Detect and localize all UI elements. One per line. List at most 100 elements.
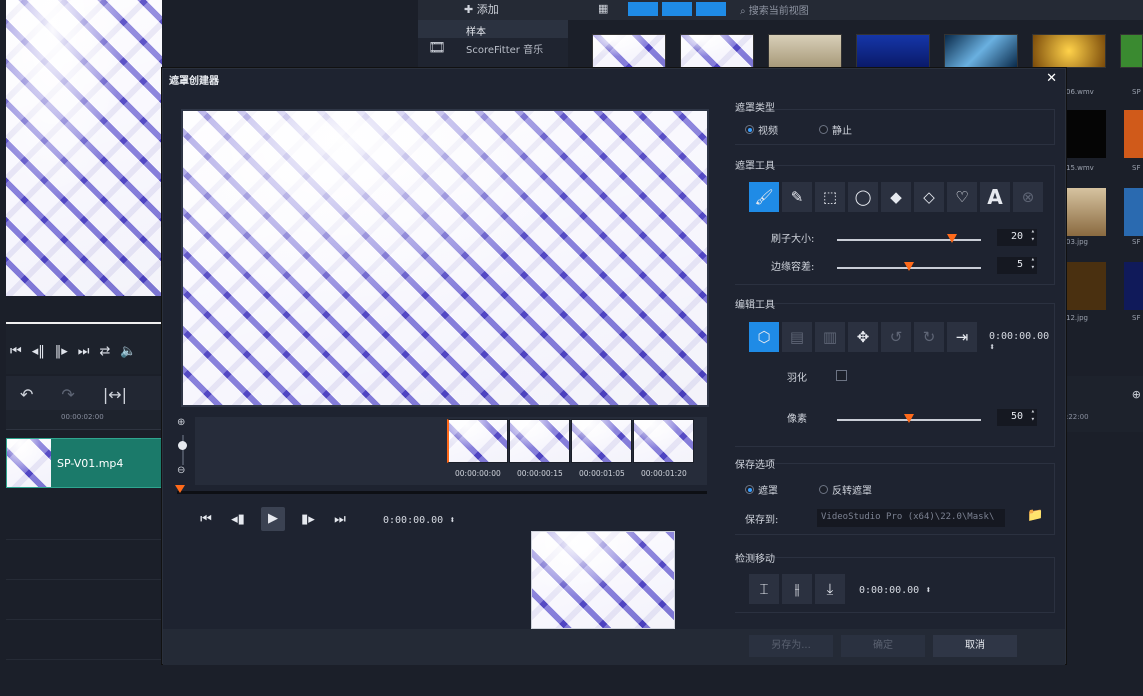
eraser-icon[interactable]: ◆ (881, 182, 911, 212)
redo-icon[interactable]: ↷ (61, 385, 74, 404)
edit-timecode[interactable]: 0:00:00.00 ⬍ (989, 331, 1054, 353)
library-thumbnail[interactable] (1120, 34, 1143, 68)
filter-audio-icon[interactable] (696, 2, 726, 16)
rotate-left-icon[interactable]: ↺ (881, 322, 911, 352)
add-button[interactable]: ✚ 添加 (464, 1, 499, 17)
move-icon[interactable]: ✥ (848, 322, 878, 352)
apply-to-frames-icon[interactable]: ⇥ (947, 322, 977, 352)
skip-start-icon[interactable]: ⏮ (197, 512, 215, 527)
media-icon[interactable]: 🎞 (428, 40, 446, 56)
library-search[interactable]: ⌕ 搜索当前视图 (730, 0, 1030, 18)
folder-icon[interactable]: 📁 (1027, 508, 1043, 523)
filter-photo-icon[interactable] (662, 2, 692, 16)
play-icon[interactable]: ▶ (261, 507, 285, 531)
frame-strip[interactable]: 00:00:00:00 00:00:00:15 00:00:01:05 00:0… (195, 417, 707, 485)
skip-end-icon[interactable]: ⏭ (331, 512, 349, 527)
cancel-button[interactable]: 取消 (933, 635, 1017, 657)
zoom-slider[interactable] (182, 435, 184, 465)
library-thumbnail[interactable] (592, 34, 666, 68)
library-thumbnail[interactable] (1032, 34, 1106, 68)
ellipse-select-icon[interactable]: ◯ (848, 182, 878, 212)
smart-eraser-icon[interactable]: ◇ (914, 182, 944, 212)
zoom-in-icon[interactable]: ⊕ (177, 417, 185, 428)
copy-mask-icon[interactable]: ▤ (782, 322, 812, 352)
edit-timecode-value: 0:00:00.00 (989, 331, 1050, 342)
pixel-stepper[interactable]: 50 (997, 407, 1037, 426)
library-thumbnail[interactable] (1124, 110, 1143, 158)
ruler-timecode: 00:00:02:00 (61, 413, 104, 421)
text-tool-icon[interactable]: A (980, 182, 1010, 212)
source-preview-image (532, 532, 674, 628)
library-item-samples[interactable]: 样本 (418, 20, 568, 38)
radio-label: 反转遮罩 (832, 486, 872, 497)
track-lane (6, 540, 162, 580)
save-inverted-mask-radio[interactable]: 反转遮罩 (819, 482, 872, 497)
brush-size-value: 20 (1010, 231, 1023, 242)
frame-thumbnail[interactable] (447, 419, 508, 463)
ok-button[interactable]: 确定 (841, 635, 925, 657)
mask-preview[interactable] (181, 109, 709, 407)
library-thumbnail[interactable] (768, 34, 842, 68)
repeat-icon[interactable]: ⇄ (99, 344, 110, 359)
playback-timecode[interactable]: 0:00:00.00 ⬍ (383, 515, 455, 526)
clear-icon[interactable]: ⊗ (1013, 182, 1043, 212)
detect-frame-icon[interactable]: ⫲ (782, 574, 812, 604)
library-thumbnail[interactable] (1066, 188, 1106, 236)
undo-icon[interactable]: ↶ (20, 385, 33, 404)
library-thumbnail[interactable] (944, 34, 1018, 68)
fit-timeline-icon[interactable]: |↔| (103, 385, 127, 404)
library-thumbnail[interactable] (680, 34, 754, 68)
frame-thumbnail[interactable] (633, 419, 694, 463)
save-mask-radio[interactable]: 遮罩 (745, 482, 778, 497)
volume-icon[interactable]: 🔈 (120, 344, 136, 359)
library-thumbnail[interactable] (1124, 262, 1143, 310)
library-thumbnail[interactable] (1066, 262, 1106, 310)
mask-type-video-radio[interactable]: 视频 (745, 122, 778, 137)
mask-type-still-radio[interactable]: 静止 (819, 122, 852, 137)
thumb-caption: SF (1132, 238, 1141, 246)
save-as-button[interactable]: 另存为... (749, 635, 833, 657)
motion-toolbox: ⌶ ⫲ ⤓ (749, 574, 845, 604)
library-thumbnail[interactable] (1124, 188, 1143, 236)
step-forward-icon[interactable]: ‖▸ (55, 344, 68, 359)
step-back-icon[interactable]: ◂▮ (229, 512, 247, 527)
video-track-clip[interactable]: SP-V01.mp4 (6, 438, 162, 488)
scrub-playhead[interactable] (175, 485, 185, 493)
brush-size-stepper[interactable]: 20 (997, 227, 1037, 246)
motion-timecode[interactable]: 0:00:00.00 ⬍ (859, 585, 931, 596)
smart-brush-icon[interactable]: ✎ (782, 182, 812, 212)
zoom-slider-knob[interactable] (178, 441, 187, 450)
skip-start-icon[interactable]: ⏮ (10, 344, 22, 359)
select-mask-icon[interactable]: ⬡ (749, 322, 779, 352)
frame-thumbnail[interactable] (509, 419, 570, 463)
zoom-in-icon[interactable]: ⊕ (1132, 388, 1141, 401)
close-icon[interactable]: ✕ (1046, 71, 1057, 86)
scrub-bar[interactable] (177, 491, 707, 494)
skip-end-icon[interactable]: ⏭ (78, 344, 90, 359)
pixel-knob[interactable] (904, 414, 914, 423)
frame-thumbnail[interactable] (571, 419, 632, 463)
brush-size-slider[interactable] (837, 234, 981, 243)
filter-video-icon[interactable] (628, 2, 658, 16)
library-thumbnail[interactable] (1066, 110, 1106, 158)
rectangle-select-icon[interactable]: ⬚ (815, 182, 845, 212)
edge-tolerance-stepper[interactable]: 5 (997, 255, 1037, 274)
step-back-icon[interactable]: ◂‖ (32, 344, 45, 359)
detect-range-icon[interactable]: ⌶ (749, 574, 779, 604)
pixel-slider[interactable] (837, 414, 981, 423)
lasso-icon[interactable]: ♡ (947, 182, 977, 212)
feather-checkbox[interactable] (836, 370, 847, 381)
library-thumbnail[interactable] (856, 34, 930, 68)
background-preview (6, 0, 162, 296)
brush-icon[interactable]: 🖌 (749, 182, 779, 212)
paste-mask-icon[interactable]: ▥ (815, 322, 845, 352)
edge-tolerance-knob[interactable] (904, 262, 914, 271)
step-forward-icon[interactable]: ▮▸ (299, 512, 317, 527)
save-path-field[interactable]: VideoStudio Pro (x64)\22.0\Mask\ (817, 509, 1005, 527)
import-icon[interactable]: ▦ (598, 2, 608, 15)
rotate-right-icon[interactable]: ↻ (914, 322, 944, 352)
brush-size-knob[interactable] (947, 234, 958, 243)
zoom-out-icon[interactable]: ⊖ (177, 465, 185, 476)
detect-to-end-icon[interactable]: ⤓ (815, 574, 845, 604)
edge-tolerance-slider[interactable] (837, 262, 981, 271)
